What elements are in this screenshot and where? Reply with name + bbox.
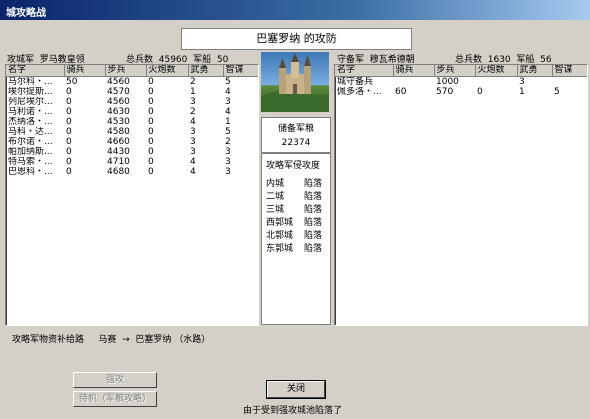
invasion-item: 二城 陷落: [266, 192, 323, 202]
attacker-table: 名字 骑兵 步兵 火炮数 武勇 智谋 马尔科・... 50 4560 0 2 5 埃尔提斯…: [6, 65, 258, 177]
close-button[interactable]: 关闭: [266, 380, 326, 399]
defender-table: 名字 骑兵 步兵 火炮数 武勇 智谋 城守备兵 1000 3 佩多洛・... 60 57…: [335, 65, 587, 97]
invasion-item: 东郭城 陷落: [266, 244, 323, 254]
supply-route-type: （水路）: [174, 335, 211, 345]
table-row[interactable]: 杰纳洛・... 0 4530 0 4 1: [6, 117, 258, 127]
window-title: 城攻略战: [6, 8, 46, 19]
siege-title: 巴塞罗纳 的攻防: [181, 28, 412, 50]
defender-table-panel[interactable]: 名字 骑兵 步兵 火炮数 武勇 智谋 城守备兵 1000 3 佩多洛・... 60 57…: [334, 64, 588, 326]
table-row[interactable]: 马利诺・... 0 4630 0 2 4: [6, 107, 258, 117]
column-header-valor[interactable]: 武勇: [517, 65, 553, 77]
invasion-item: 北郭城 陷落: [266, 231, 323, 241]
table-row[interactable]: 特马索・... 0 4710 0 4 3: [6, 157, 258, 167]
dialog-body: 巴塞罗纳 的攻防 攻城军 罗马教皇领 总兵数 45960 军船 50 守备军 穆…: [2, 20, 588, 417]
invasion-label: 攻略军侵攻度: [266, 161, 321, 171]
invasion-status-box: 攻略军侵攻度 内城 陷落 二城 陷落 三城 陷落 西郭城 陷落 北郭城 陷落 东郭城 陷落: [261, 153, 331, 325]
invasion-item: 三城 陷落: [266, 205, 323, 215]
supply-to: 巴塞罗纳: [135, 335, 172, 345]
grain-box: 储备军粮 22374: [261, 117, 331, 153]
column-header-name[interactable]: 名字: [6, 65, 65, 77]
table-row[interactable]: 帕加纳斯... 0 4430 0 3 3: [6, 147, 258, 157]
invasion-item: 西郭城 陷落: [266, 218, 323, 228]
wait-button[interactable]: 待机（军粮攻略）: [73, 391, 157, 407]
column-header-valor[interactable]: 武勇: [188, 65, 224, 77]
grain-value: 22374: [281, 138, 311, 148]
column-header-wisdom[interactable]: 智谋: [223, 65, 258, 77]
column-header-infantry[interactable]: 步兵: [434, 65, 476, 77]
table-row[interactable]: 城守备兵 1000 3: [335, 77, 587, 88]
table-row[interactable]: 埃尔提斯... 0 4570 0 1 4: [6, 87, 258, 97]
column-header-name[interactable]: 名字: [335, 65, 394, 77]
table-row[interactable]: 布尔诺・... 0 4660 0 3 2: [6, 137, 258, 147]
column-header-cavalry[interactable]: 骑兵: [393, 65, 435, 77]
invasion-item: 内城 陷落: [266, 179, 323, 189]
supply-route: 攻略军物资补给路 马赛 → 巴塞罗纳 （水路）: [12, 332, 210, 345]
table-row[interactable]: 列尼埃尔... 0 4560 0 3 3: [6, 97, 258, 107]
defender-table-header: 名字 骑兵 步兵 火炮数 武勇 智谋: [335, 65, 587, 77]
attacker-table-panel[interactable]: 名字 骑兵 步兵 火炮数 武勇 智谋 马尔科・... 50 4560 0 2 5 埃尔提斯…: [5, 64, 259, 326]
castle-icon: [261, 53, 329, 112]
title-bar[interactable]: 城攻略战: [0, 0, 590, 20]
assault-button[interactable]: 强攻: [73, 372, 157, 388]
column-header-infantry[interactable]: 步兵: [105, 65, 147, 77]
column-header-cannons[interactable]: 火炮数: [475, 65, 518, 77]
column-header-cannons[interactable]: 火炮数: [146, 65, 189, 77]
table-row[interactable]: 佩多洛・... 60 570 0 1 5: [335, 87, 587, 97]
column-header-cavalry[interactable]: 骑兵: [64, 65, 106, 77]
attacker-table-header: 名字 骑兵 步兵 火炮数 武勇 智谋: [6, 65, 258, 77]
table-row[interactable]: 巴恩科・... 0 4680 0 4 3: [6, 167, 258, 177]
supply-label: 攻略军物资补给路: [12, 335, 85, 345]
column-header-wisdom[interactable]: 智谋: [552, 65, 587, 77]
castle-image: [261, 52, 329, 112]
supply-from: 马赛: [98, 335, 117, 345]
supply-arrow: →: [122, 335, 130, 345]
status-message: 由于受到强攻城池陷落了: [243, 406, 343, 416]
table-row[interactable]: 马尔科・... 50 4560 0 2 5: [6, 77, 258, 88]
grain-label: 储备军粮: [277, 124, 314, 134]
table-row[interactable]: 马科・达... 0 4580 0 3 5: [6, 127, 258, 137]
